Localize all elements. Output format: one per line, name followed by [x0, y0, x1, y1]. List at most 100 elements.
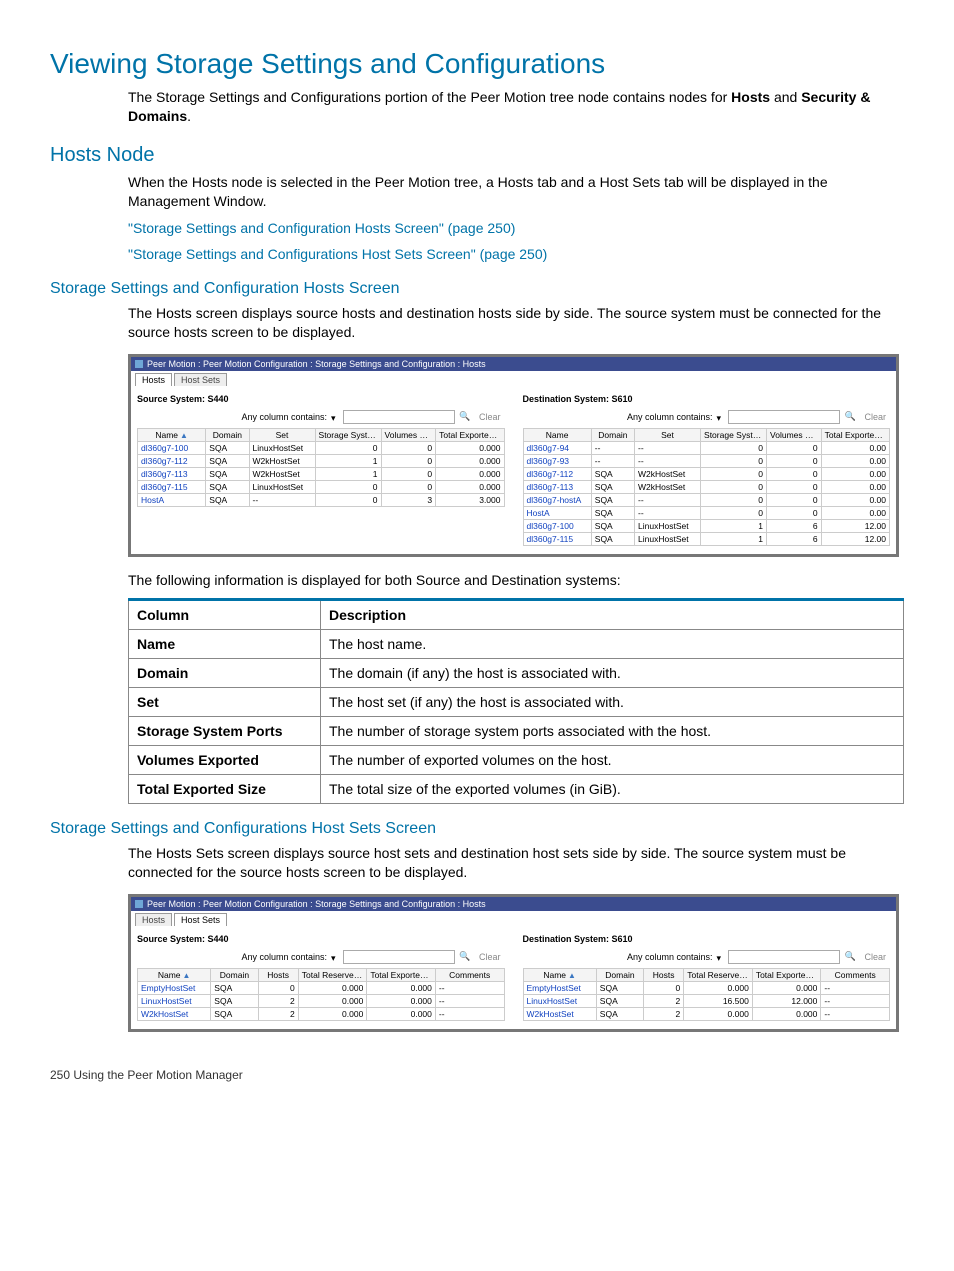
tab-hosts[interactable]: Hosts: [135, 373, 172, 386]
cell-name[interactable]: dl360g7-100: [523, 520, 591, 533]
table-row[interactable]: dl360g7-93----000.00: [523, 455, 890, 468]
col-domain[interactable]: Domain: [591, 429, 634, 442]
cell-name[interactable]: HostA: [523, 507, 591, 520]
col-set[interactable]: Set: [635, 429, 701, 442]
table-row[interactable]: W2kHostSetSQA20.0000.000--: [523, 1007, 890, 1020]
col-tes[interactable]: Total Exported Size (GB): [367, 968, 436, 981]
clear-button[interactable]: Clear: [860, 952, 890, 962]
col-tes[interactable]: Total Exported Size (GB): [821, 429, 889, 442]
col-ve[interactable]: Volumes Exported: [767, 429, 822, 442]
cell-name[interactable]: LinuxHostSet: [138, 994, 211, 1007]
filter-input[interactable]: [343, 410, 455, 424]
col-name[interactable]: Name▲: [138, 968, 211, 981]
col-name[interactable]: Name▲: [523, 968, 596, 981]
cell-set: --: [635, 507, 701, 520]
col-hosts[interactable]: Hosts: [644, 968, 684, 981]
table-row: Total Exported SizeThe total size of the…: [129, 775, 904, 804]
cell-trs: 0.000: [298, 994, 367, 1007]
clear-button[interactable]: Clear: [860, 412, 890, 422]
table-row[interactable]: LinuxHostSetSQA216.50012.000--: [523, 994, 890, 1007]
table-row[interactable]: dl360g7-hostASQA--000.00: [523, 494, 890, 507]
cell-name[interactable]: EmptyHostSet: [523, 981, 596, 994]
link-hosts-screen[interactable]: "Storage Settings and Configuration Host…: [128, 219, 904, 238]
table-row[interactable]: dl360g7-113SQAW2kHostSet100.000: [138, 468, 505, 481]
source-filter-row: Any column contains: ▾ 🔍 Clear: [137, 950, 505, 964]
col-set[interactable]: Set: [249, 429, 315, 442]
table-row[interactable]: LinuxHostSetSQA20.0000.000--: [138, 994, 505, 1007]
col-domain[interactable]: Domain: [596, 968, 643, 981]
cell-name[interactable]: dl360g7-100: [138, 442, 206, 455]
cell-name[interactable]: dl360g7-113: [523, 481, 591, 494]
col-trs[interactable]: Total Reserved Size (GB): [298, 968, 367, 981]
cell-name[interactable]: W2kHostSet: [138, 1007, 211, 1020]
cell-hosts: 2: [644, 994, 684, 1007]
cell-domain: SQA: [596, 994, 643, 1007]
cell-name[interactable]: HostA: [138, 494, 206, 507]
table-row[interactable]: dl360g7-100SQALinuxHostSet1612.00: [523, 520, 890, 533]
table-row[interactable]: HostASQA--000.00: [523, 507, 890, 520]
clear-button[interactable]: Clear: [475, 952, 505, 962]
cell-name[interactable]: W2kHostSet: [523, 1007, 596, 1020]
table-row[interactable]: W2kHostSetSQA20.0000.000--: [138, 1007, 505, 1020]
table-row[interactable]: dl360g7-113SQAW2kHostSet000.00: [523, 481, 890, 494]
cell-trs: 16.500: [684, 994, 753, 1007]
col-hosts[interactable]: Hosts: [258, 968, 298, 981]
search-icon[interactable]: 🔍: [459, 411, 471, 423]
desc-val: The number of exported volumes on the ho…: [321, 746, 904, 775]
cell-name[interactable]: dl360g7-112: [523, 468, 591, 481]
col-tes[interactable]: Total Exported Size (GB): [436, 429, 504, 442]
search-icon[interactable]: 🔍: [844, 411, 856, 423]
col-trs[interactable]: Total Reserved Size (GB): [684, 968, 753, 981]
dropdown-icon[interactable]: ▾: [331, 413, 339, 421]
table-row[interactable]: EmptyHostSetSQA00.0000.000--: [138, 981, 505, 994]
tab-hosts[interactable]: Hosts: [135, 913, 172, 926]
dropdown-icon[interactable]: ▾: [716, 953, 724, 961]
table-row[interactable]: EmptyHostSetSQA00.0000.000--: [523, 981, 890, 994]
cell-name[interactable]: dl360g7-94: [523, 442, 591, 455]
cell-name[interactable]: dl360g7-115: [138, 481, 206, 494]
tab-hostsets[interactable]: Host Sets: [174, 913, 227, 926]
col-ssp[interactable]: Storage System Ports: [701, 429, 767, 442]
dropdown-icon[interactable]: ▾: [716, 413, 724, 421]
table-row[interactable]: dl360g7-115SQALinuxHostSet000.000: [138, 481, 505, 494]
columns-description-table: Column Description NameThe host name.Dom…: [128, 598, 904, 804]
col-tes[interactable]: Total Exported Size (GB): [752, 968, 821, 981]
table-row[interactable]: dl360g7-112SQAW2kHostSet000.00: [523, 468, 890, 481]
search-icon[interactable]: 🔍: [459, 951, 471, 963]
cell-name[interactable]: dl360g7-113: [138, 468, 206, 481]
clear-button[interactable]: Clear: [475, 412, 505, 422]
col-domain[interactable]: Domain: [206, 429, 249, 442]
table-row[interactable]: dl360g7-115SQALinuxHostSet1612.00: [523, 533, 890, 546]
cell-domain: SQA: [211, 1007, 258, 1020]
col-comments[interactable]: Comments: [435, 968, 504, 981]
cell-trs: 0.000: [298, 981, 367, 994]
page-footer: 250 Using the Peer Motion Manager: [50, 1068, 904, 1082]
col-comments[interactable]: Comments: [821, 968, 890, 981]
cell-name[interactable]: dl360g7-93: [523, 455, 591, 468]
dropdown-icon[interactable]: ▾: [331, 953, 339, 961]
filter-input[interactable]: [728, 950, 840, 964]
table-row[interactable]: dl360g7-112SQAW2kHostSet100.000: [138, 455, 505, 468]
cell-ve: 0: [767, 455, 822, 468]
table-row[interactable]: dl360g7-94----000.00: [523, 442, 890, 455]
col-domain[interactable]: Domain: [211, 968, 258, 981]
col-ssp[interactable]: Storage System Ports: [315, 429, 381, 442]
filter-input[interactable]: [343, 950, 455, 964]
link-hostsets-screen[interactable]: "Storage Settings and Configurations Hos…: [128, 245, 904, 264]
cell-name[interactable]: dl360g7-hostA: [523, 494, 591, 507]
desc-col: Storage System Ports: [129, 717, 321, 746]
col-name[interactable]: Name: [523, 429, 591, 442]
filter-input[interactable]: [728, 410, 840, 424]
cell-domain: SQA: [591, 494, 634, 507]
cell-name[interactable]: EmptyHostSet: [138, 981, 211, 994]
cell-name[interactable]: LinuxHostSet: [523, 994, 596, 1007]
cell-name[interactable]: dl360g7-115: [523, 533, 591, 546]
cell-name[interactable]: dl360g7-112: [138, 455, 206, 468]
tab-hostsets[interactable]: Host Sets: [174, 373, 227, 386]
cell-comments: --: [435, 981, 504, 994]
col-name[interactable]: Name▲: [138, 429, 206, 442]
table-row[interactable]: dl360g7-100SQALinuxHostSet000.000: [138, 442, 505, 455]
search-icon[interactable]: 🔍: [844, 951, 856, 963]
table-row[interactable]: HostASQA--033.000: [138, 494, 505, 507]
col-ve[interactable]: Volumes Exported: [381, 429, 436, 442]
